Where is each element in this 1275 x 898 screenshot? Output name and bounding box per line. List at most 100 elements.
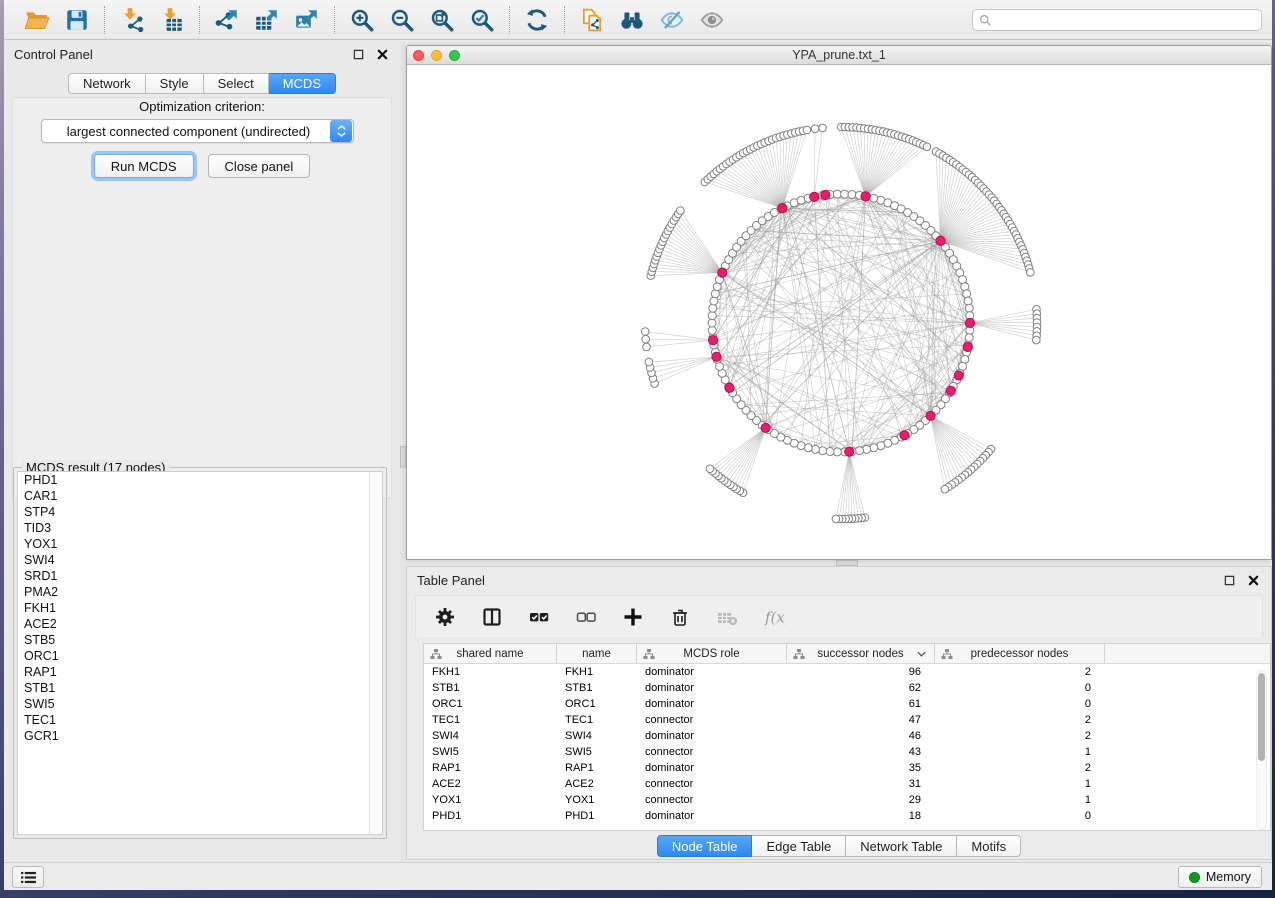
tab-mcds[interactable]: MCDS [269,73,336,94]
cell-name: SWI4 [557,730,637,742]
mcds-node-item[interactable]: SRD1 [18,568,382,584]
control-panel-tabs: NetworkStyleSelectMCDS [68,73,336,94]
mcds-node-item[interactable]: GCR1 [18,728,382,744]
column-header-predecessor-nodes[interactable]: predecessor nodes [935,644,1105,663]
mcds-node-item[interactable]: FKH1 [18,600,382,616]
table-tab-network-table[interactable]: Network Table [846,835,957,857]
table-panel-title: Table Panel [417,573,485,588]
mcds-node-item[interactable]: PHD1 [18,472,382,488]
cell-successor-nodes: 47 [787,714,935,726]
tab-style[interactable]: Style [146,73,204,94]
task-history-button[interactable] [12,866,44,888]
close-panel-button[interactable]: Close panel [208,154,311,178]
mcds-node-item[interactable]: PMA2 [18,584,382,600]
mcds-node-item[interactable]: ACE2 [18,616,382,632]
delete-table-icon[interactable] [712,602,742,632]
export-network-icon[interactable] [212,5,242,35]
table-row[interactable]: RAP1RAP1dominator352 [424,760,1270,776]
export-table-icon[interactable] [252,5,282,35]
delete-column-icon[interactable] [665,602,695,632]
mcds-node-item[interactable]: YOX1 [18,536,382,552]
hide-selected-icon[interactable] [657,5,687,35]
table-row[interactable]: SWI4SWI4dominator462 [424,728,1270,744]
network-window-titlebar[interactable]: YPA_prune.txt_1 [407,46,1271,65]
table-row[interactable]: FKH1FKH1dominator962 [424,664,1270,680]
network-canvas[interactable] [407,65,1271,559]
search-input[interactable] [997,13,1255,27]
mcds-node-item[interactable]: SWI4 [18,552,382,568]
float-table-panel-icon[interactable] [1221,572,1237,588]
search-binoculars-icon[interactable] [617,5,647,35]
run-mcds-button[interactable]: Run MCDS [94,154,194,178]
mcds-node-item[interactable]: STB5 [18,632,382,648]
mcds-node-item[interactable]: TEC1 [18,712,382,728]
table-panel: Table Panel f(x) shared namenameMCDS rol… [406,566,1272,860]
table-scrollbar[interactable] [1256,670,1267,830]
column-header-name[interactable]: name [557,644,637,663]
table-row[interactable]: YOX1YOX1connector291 [424,792,1270,808]
import-table-icon[interactable] [157,5,187,35]
table-row[interactable]: ACE2ACE2connector311 [424,776,1270,792]
table-tab-edge-table[interactable]: Edge Table [752,835,846,857]
zoom-out-icon[interactable] [387,5,417,35]
mcds-result-list[interactable]: PHD1CAR1STP4TID3YOX1SWI4SRD1PMA2FKH1ACE2… [17,471,383,835]
table-tab-motifs[interactable]: Motifs [957,835,1021,857]
show-all-icon[interactable] [697,5,727,35]
tab-network[interactable]: Network [68,73,146,94]
table-row[interactable]: STB1STB1dominator620 [424,680,1270,696]
cell-successor-nodes: 61 [787,698,935,710]
column-header-successor-nodes[interactable]: successor nodes [787,644,935,663]
cell-predecessor-nodes: 1 [935,778,1105,790]
mcds-node-item[interactable]: STB1 [18,680,382,696]
criterion-dropdown[interactable]: largest connected component (undirected) [41,119,354,143]
mcds-node-item[interactable]: CAR1 [18,488,382,504]
save-session-icon[interactable] [62,5,92,35]
mcds-node-item[interactable]: ORC1 [18,648,382,664]
gear-icon[interactable] [430,602,460,632]
memory-button[interactable]: Memory [1178,866,1262,888]
mcds-node-item[interactable]: SWI5 [18,696,382,712]
open-session-icon[interactable] [22,5,52,35]
unselect-all-checks-icon[interactable] [571,602,601,632]
mcds-node-item[interactable]: STP4 [18,504,382,520]
cell-name: FKH1 [557,666,637,678]
cell-name: SWI5 [557,746,637,758]
network-view[interactable] [407,65,1271,559]
zoom-fit-icon[interactable] [427,5,457,35]
cell-shared-name: STB1 [424,682,557,694]
table-row[interactable]: ORC1ORC1dominator610 [424,696,1270,712]
duplicate-network-icon[interactable] [577,5,607,35]
split-columns-icon[interactable] [477,602,507,632]
add-column-icon[interactable] [618,602,648,632]
cell-shared-name: ORC1 [424,698,557,710]
table-row[interactable]: SWI5SWI5connector431 [424,744,1270,760]
refresh-icon[interactable] [522,5,552,35]
table-scrollbar-thumb[interactable] [1258,673,1265,761]
import-network-icon[interactable] [117,5,147,35]
column-header-shared-name[interactable]: shared name [424,644,557,663]
close-panel-icon[interactable] [374,46,390,62]
select-all-checks-icon[interactable] [524,602,554,632]
cell-name: TEC1 [557,714,637,726]
search-icon [979,14,992,27]
zoom-selected-icon[interactable] [467,5,497,35]
float-panel-icon[interactable] [350,46,366,62]
table-row[interactable]: TEC1TEC1connector472 [424,712,1270,728]
table-row[interactable]: PHD1PHD1dominator180 [424,808,1270,824]
cell-shared-name: SWI4 [424,730,557,742]
mcds-list-scrollbar[interactable] [369,472,382,834]
close-table-panel-icon[interactable] [1245,572,1261,588]
zoom-in-icon[interactable] [347,5,377,35]
function-builder-icon[interactable]: f(x) [759,602,789,632]
tab-select[interactable]: Select [204,73,269,94]
column-header-MCDS-role[interactable]: MCDS role [637,644,787,663]
cell-MCDS-role: dominator [637,698,787,710]
mcds-node-item[interactable]: TID3 [18,520,382,536]
cell-predecessor-nodes: 1 [935,794,1105,806]
export-image-icon[interactable] [292,5,322,35]
app-window: Control Panel NetworkStyleSelectMCDS Opt… [4,0,1272,890]
toolbar-groups [10,5,739,35]
table-tab-node-table[interactable]: Node Table [657,835,753,857]
mcds-node-item[interactable]: RAP1 [18,664,382,680]
search-box [972,9,1262,31]
